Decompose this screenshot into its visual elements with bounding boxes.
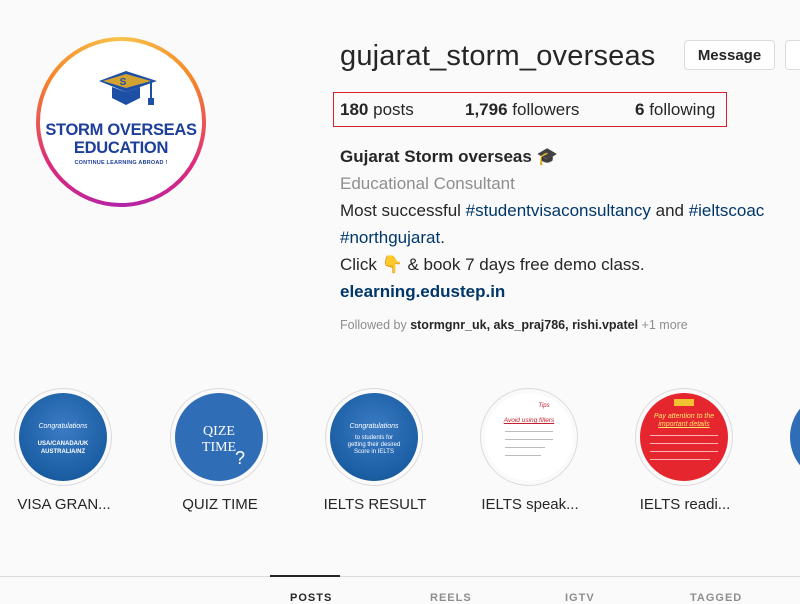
active-tab-indicator	[270, 575, 340, 577]
highlight-ielts-reading[interactable]: Pay attention to the important details I…	[635, 388, 735, 513]
highlight-ring: Pay attention to the important details	[635, 388, 733, 486]
more-options-button[interactable]	[785, 40, 800, 70]
logo-tagline: CONTINUE LEARNING ABROAD !	[74, 160, 168, 166]
divider	[505, 455, 541, 456]
highlight-label: IELTS readi...	[639, 496, 731, 513]
highlight-cover: QIZE TIME ?	[175, 393, 263, 481]
highlight-cover: Tips Avoid using fillers	[485, 393, 573, 481]
tabs-divider	[0, 576, 800, 577]
highlight-ring: Congratulations USA/CANADA/UK AUSTRALIA/…	[14, 388, 112, 486]
profile-category: Educational Consultant	[340, 174, 515, 193]
tab-reels[interactable]: REELS	[430, 592, 472, 604]
tab-igtv[interactable]: IGTV	[565, 592, 595, 604]
divider	[650, 443, 718, 444]
bio-line-3: Click 👇 & book 7 days free demo class.	[340, 255, 645, 274]
bio-line-2: #northgujarat.	[340, 228, 445, 248]
tab-posts[interactable]: POSTS	[290, 592, 332, 604]
cover-text: Congratulations	[38, 423, 88, 430]
hashtag-link[interactable]: #northgujarat	[340, 228, 440, 247]
svg-text:S: S	[120, 77, 127, 88]
website-link[interactable]: elearning.edustep.in	[340, 282, 505, 302]
profile-avatar[interactable]: S STORM OVERSEAS EDUCATION CONTINUE LEAR…	[36, 37, 206, 207]
highlight-partial[interactable]	[790, 392, 800, 482]
followed-by-more: +1 more	[638, 318, 688, 332]
highlight-ring: QIZE TIME ?	[170, 388, 268, 486]
followers-count: 1,796	[465, 100, 508, 119]
highlight-ielts-result[interactable]: Congratulations to students for getting …	[324, 388, 426, 513]
posts-count: 180	[340, 100, 369, 119]
followed-by-prefix: Followed by	[340, 318, 411, 332]
cover-text: Tips	[538, 403, 550, 409]
cover-text: AUSTRALIA/NZ	[40, 449, 86, 455]
bio-text: .	[440, 228, 445, 247]
profile-name: Gujarat Storm overseas 🎓	[340, 147, 558, 166]
cover-text: QIZE	[203, 424, 235, 439]
bio-text: and	[650, 201, 689, 220]
highlight-ielts-speaking[interactable]: Tips Avoid using fillers IELTS speak...	[480, 388, 580, 513]
followers-stat[interactable]: 1,796 followers	[465, 100, 579, 120]
highlight-cover: Congratulations to students for getting …	[330, 393, 418, 481]
highlight-label: IELTS RESULT	[323, 496, 427, 513]
highlight-label: IELTS speak...	[481, 496, 579, 513]
bio-line-1: Most successful #studentvisaconsultancy …	[340, 201, 764, 221]
following-stat[interactable]: 6 following	[635, 100, 715, 120]
cover-text: important details	[658, 421, 710, 428]
posts-stat: 180 posts	[340, 100, 414, 120]
highlight-visa[interactable]: Congratulations USA/CANADA/UK AUSTRALIA/…	[14, 388, 114, 513]
message-button[interactable]: Message	[684, 40, 775, 70]
posts-label: posts	[373, 100, 414, 119]
cover-text: Congratulations	[349, 423, 399, 430]
graduation-cap-icon: S	[99, 71, 157, 105]
logo-line2: EDUCATION	[73, 139, 169, 157]
highlight-ring: Tips Avoid using fillers	[480, 388, 578, 486]
cover-text: Pay attention to the	[653, 413, 715, 420]
cover-text: getting their desired	[347, 442, 401, 448]
divider	[650, 435, 718, 436]
highlight-quiz[interactable]: QIZE TIME ? QUIZ TIME	[170, 388, 270, 513]
followers-label: followers	[512, 100, 580, 119]
highlight-label: QUIZ TIME	[182, 496, 258, 513]
divider	[650, 451, 718, 452]
badge-shape	[674, 399, 694, 406]
followed-by[interactable]: Followed by stormgnr_uk, aks_praj786, ri…	[340, 318, 688, 332]
bio-text: Most successful	[340, 201, 466, 220]
hashtag-link[interactable]: #ieltscoac	[689, 201, 765, 220]
tab-tagged[interactable]: TAGGED	[690, 592, 742, 604]
cover-text: Score in IELTS	[354, 449, 394, 455]
divider	[505, 431, 553, 432]
divider	[505, 439, 553, 440]
following-label: following	[649, 100, 716, 119]
logo-line1: STORM OVERSEAS	[45, 121, 197, 139]
following-count: 6	[635, 100, 645, 119]
followed-by-users: stormgnr_uk, aks_praj786, rishi.vpatel	[410, 318, 639, 332]
cover-text: Avoid using fillers	[503, 417, 555, 424]
divider	[650, 459, 710, 460]
profile-username: gujarat_storm_overseas	[340, 40, 656, 72]
hashtag-link[interactable]: #studentvisaconsultancy	[466, 201, 651, 220]
highlight-ring: Congratulations to students for getting …	[325, 388, 423, 486]
divider	[505, 447, 545, 448]
highlight-cover	[790, 392, 800, 482]
highlight-cover: Congratulations USA/CANADA/UK AUSTRALIA/…	[19, 393, 107, 481]
question-mark-icon: ?	[234, 448, 245, 468]
cover-text: USA/CANADA/UK	[37, 441, 89, 447]
highlight-cover: Pay attention to the important details	[640, 393, 728, 481]
highlight-label: VISA GRAN...	[17, 496, 111, 513]
cover-text: to students for	[354, 435, 394, 441]
avatar-logo: S STORM OVERSEAS EDUCATION CONTINUE LEAR…	[40, 41, 202, 203]
